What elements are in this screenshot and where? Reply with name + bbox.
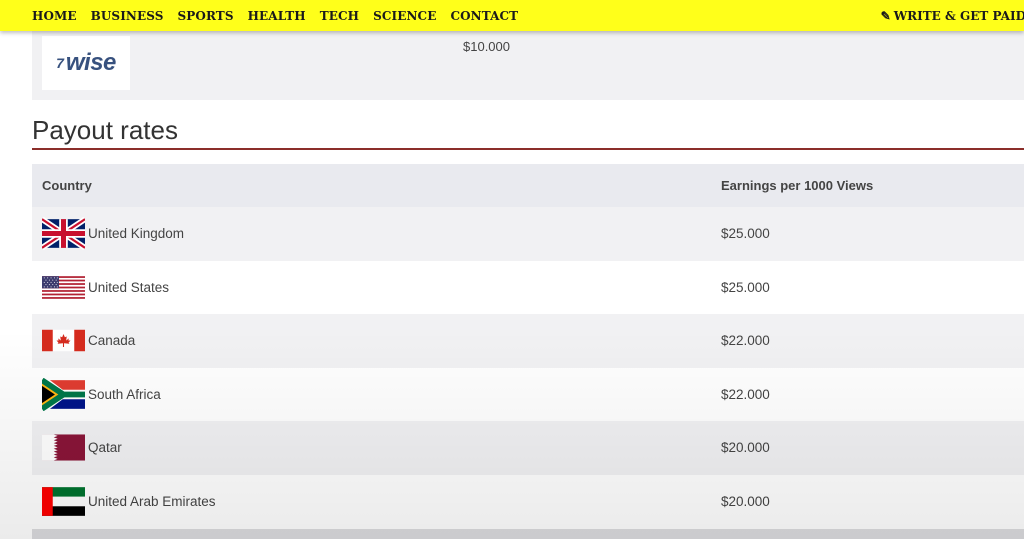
page-content: 7 wise $10.000 Payout rates Country Earn… [0,31,1024,539]
wise-payment-row: 7 wise $10.000 [32,31,1024,100]
nav-business[interactable]: BUSINESS [91,9,164,23]
next-row-partial [32,529,1024,539]
nav-contact[interactable]: CONTACT [450,9,518,23]
nav-science[interactable]: SCIENCE [373,9,436,23]
us-flag-icon [42,271,85,304]
wise-logo-text: wise [65,49,117,76]
country-name: United Arab Emirates [88,493,216,509]
section-title: Payout rates [32,115,178,145]
earnings-value: $20.000 [721,493,770,509]
header-earnings: Earnings per 1000 Views [721,178,874,193]
top-navigation: HOME BUSINESS SPORTS HEALTH TECH SCIENCE… [0,0,1024,31]
nav-home[interactable]: HOME [32,9,77,23]
earnings-value: $22.000 [721,386,770,402]
country-name: United Kingdom [88,226,185,241]
write-and-get-paid-label: WRITE & GET PAID [893,8,1024,23]
uk-flag-icon [42,217,85,250]
south-africa-flag-icon [42,377,85,411]
earnings-value: $20.000 [721,440,770,455]
wise-logo: 7 wise [42,36,130,90]
title-divider [32,148,1024,150]
canada-flag-icon [42,324,85,357]
nav-menu: HOME BUSINESS SPORTS HEALTH TECH SCIENCE… [0,0,532,31]
country-name: South Africa [88,386,161,402]
earnings-value: $22.000 [721,333,770,348]
wise-minimum-amount: $10.000 [463,39,510,54]
qatar-flag-icon [42,431,85,464]
uae-flag-icon [42,485,85,518]
table-row: United Arab Emirates $20.000 [32,474,1024,528]
nav-sports[interactable]: SPORTS [178,9,234,23]
earnings-value: $25.000 [721,279,770,295]
table-header: Country Earnings per 1000 Views [32,164,1024,207]
country-name: Canada [88,333,136,348]
nav-health[interactable]: HEALTH [248,9,306,23]
table-row: United States $25.000 [32,260,1024,314]
table-row: United Kingdom $25.000 [32,207,1024,261]
table-row: Canada $22.000 [32,314,1024,368]
table-row: South Africa $22.000 [32,367,1024,421]
payout-rates-table: Country Earnings per 1000 Views United K… [32,164,1024,528]
earnings-value: $25.000 [721,226,770,241]
country-name: United States [88,279,170,295]
table-row: Qatar $20.000 [32,421,1024,475]
wise-flag-icon: 7 [56,55,64,71]
country-name: Qatar [88,440,122,455]
nav-tech[interactable]: TECH [320,9,359,23]
pencil-icon: ✎ [880,8,891,23]
write-and-get-paid-link[interactable]: ✎ WRITE & GET PAID [881,0,1024,31]
header-country: Country [42,178,92,193]
